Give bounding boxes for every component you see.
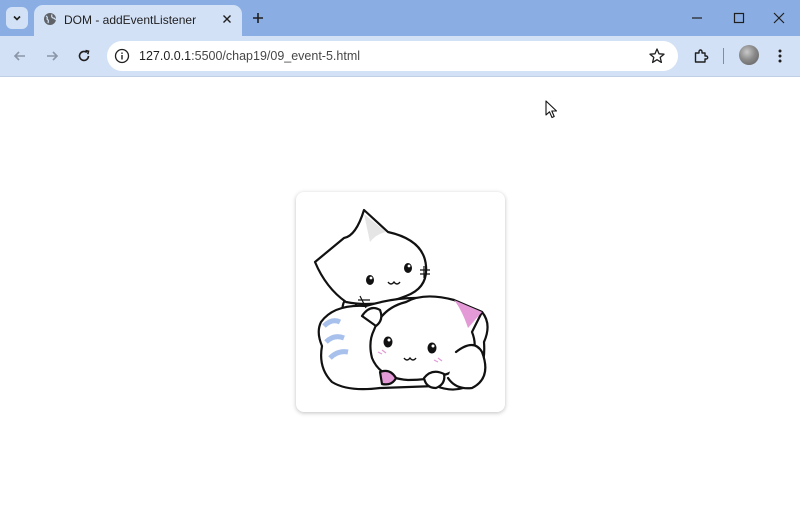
url-text: 127.0.0.1:5500/chap19/09_event-5.html — [139, 49, 360, 63]
menu-button[interactable] — [770, 46, 790, 66]
new-tab-button[interactable] — [249, 9, 267, 27]
tab-strip: DOM - addEventListener — [0, 0, 800, 36]
maximize-icon — [733, 12, 745, 24]
tab-title: DOM - addEventListener — [64, 13, 197, 27]
toolbar-divider — [723, 48, 724, 64]
puzzle-icon — [694, 49, 709, 63]
forward-button[interactable] — [42, 46, 62, 66]
back-arrow-icon — [13, 51, 25, 61]
kitten-image-card[interactable] — [296, 192, 505, 412]
info-icon[interactable] — [114, 48, 130, 64]
close-window-button[interactable] — [770, 9, 788, 27]
reload-button[interactable] — [74, 46, 94, 66]
maximize-button[interactable] — [730, 9, 748, 27]
extensions-button[interactable] — [691, 46, 711, 66]
tab-close-button[interactable] — [218, 10, 236, 28]
back-button[interactable] — [10, 46, 30, 66]
minimize-button[interactable] — [688, 9, 706, 27]
plus-icon — [253, 13, 263, 23]
reload-icon — [78, 49, 90, 62]
kebab-menu-icon — [778, 49, 782, 63]
url-path: :5500/chap19/09_event-5.html — [191, 49, 361, 63]
star-icon[interactable] — [648, 47, 666, 65]
url-host: 127.0.0.1 — [139, 49, 192, 63]
chevron-down-icon — [13, 15, 21, 21]
kittens-illustration — [313, 208, 489, 391]
tab-search-button[interactable] — [6, 7, 28, 29]
globe-icon — [44, 13, 57, 25]
close-icon — [773, 12, 785, 24]
browser-toolbar: 127.0.0.1:5500/chap19/09_event-5.html — [0, 36, 800, 77]
close-icon — [223, 15, 231, 23]
forward-arrow-icon — [47, 51, 59, 61]
address-bar[interactable]: 127.0.0.1:5500/chap19/09_event-5.html — [107, 41, 678, 71]
avatar[interactable] — [739, 45, 759, 65]
mouse-cursor-icon — [545, 100, 558, 119]
active-tab[interactable]: DOM - addEventListener — [34, 5, 242, 36]
minimize-icon — [692, 17, 702, 19]
